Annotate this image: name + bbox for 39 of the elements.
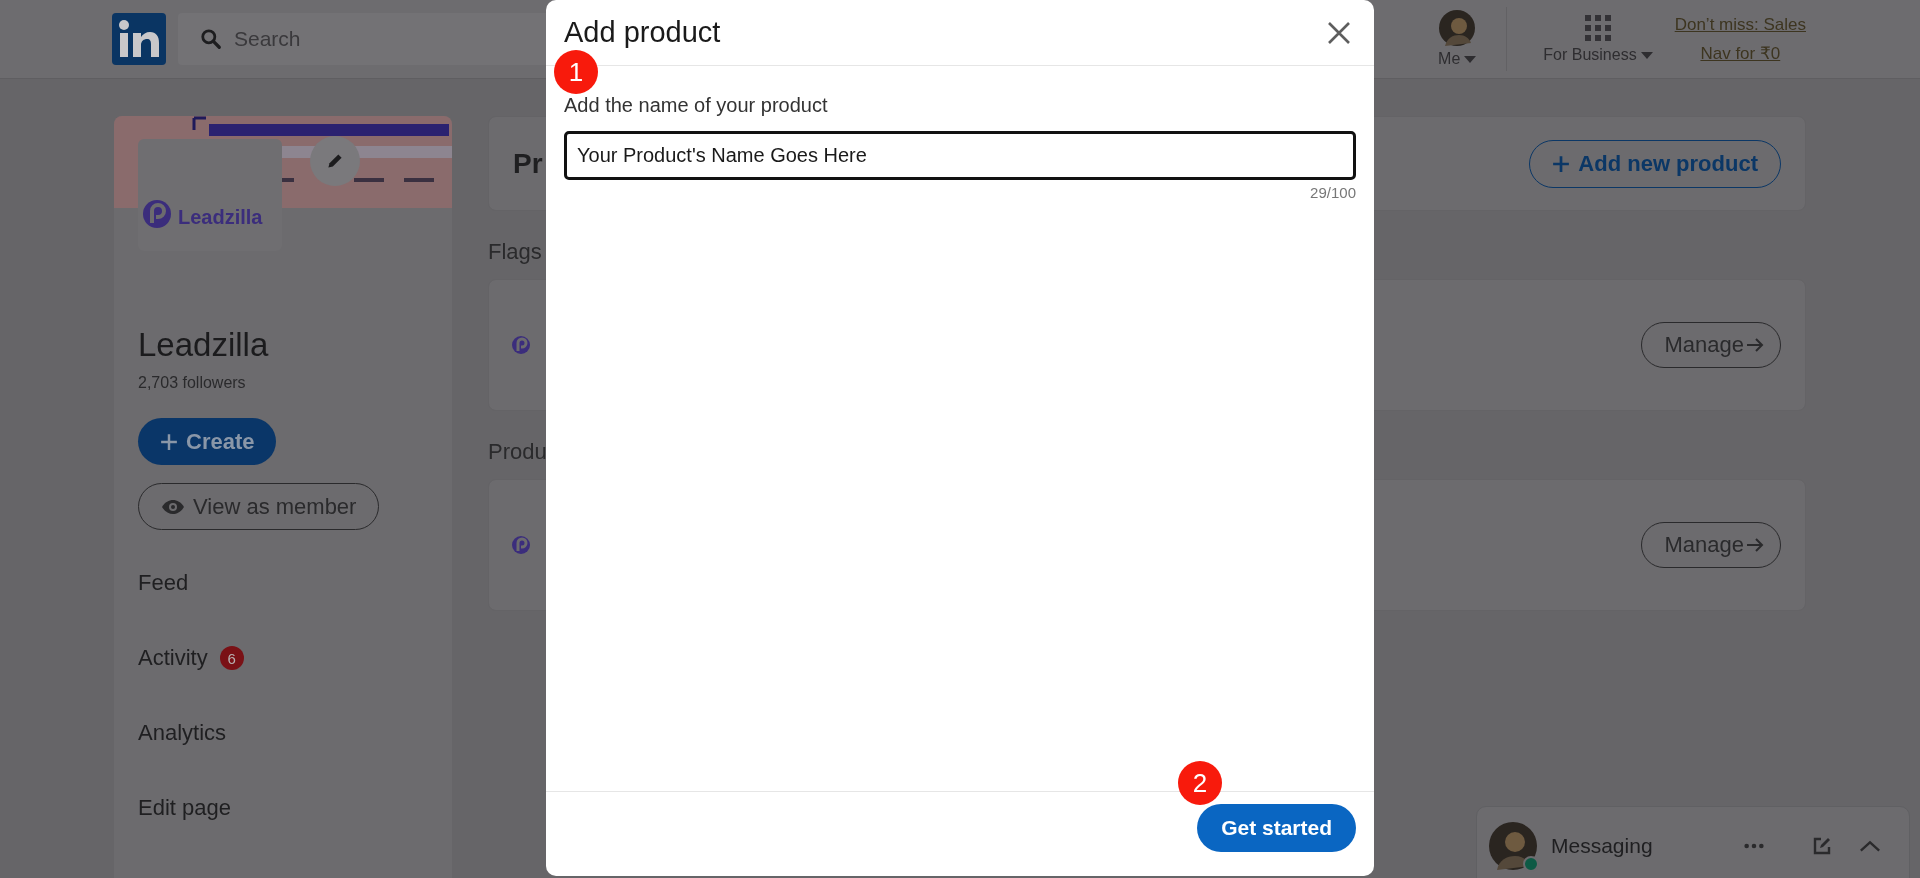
sidebar-item[interactable]: Edit page: [138, 795, 244, 821]
create-button[interactable]: Create: [138, 418, 277, 465]
plus-icon: [1552, 154, 1571, 173]
company-name: Leadzilla: [138, 326, 269, 364]
sidebar-item[interactable]: Analytics: [138, 720, 244, 746]
follower-count: 2,703 followers: [138, 374, 246, 392]
field-label: Add the name of your product: [564, 94, 829, 117]
character-counter: 29/100: [1310, 184, 1356, 201]
product-logo-icon: [511, 535, 531, 555]
grid-icon[interactable]: [1584, 14, 1612, 42]
step-marker: 1: [554, 50, 598, 94]
arrow-right-icon: [1746, 538, 1764, 552]
compose-icon[interactable]: [1811, 836, 1833, 856]
close-icon: [1327, 20, 1351, 45]
promo-link[interactable]: Don’t miss: Sales: [1674, 14, 1806, 35]
eye-icon: [161, 498, 185, 515]
profile-avatar-icon[interactable]: [1439, 10, 1476, 46]
notification-count: 6: [219, 646, 244, 670]
product-logo-icon: [511, 335, 531, 355]
section-title: Pr: [513, 147, 543, 180]
plus-icon: [160, 432, 178, 451]
section-heading: Produ: [488, 439, 548, 465]
for-business-menu[interactable]: For Business: [1543, 46, 1653, 64]
arrow-right-icon: [1746, 338, 1764, 352]
section-heading: Flags: [488, 239, 543, 265]
promo-link[interactable]: Nav for ₹0: [1700, 42, 1781, 64]
messaging-bar[interactable]: Messaging: [1476, 806, 1910, 878]
more-options-icon[interactable]: [1743, 842, 1765, 850]
leadzilla-logo-icon: [142, 199, 172, 229]
step-marker: 2: [1178, 761, 1222, 805]
linkedin-logo-icon[interactable]: [112, 13, 166, 65]
get-started-button[interactable]: Get started: [1197, 804, 1356, 852]
me-menu[interactable]: Me: [1438, 50, 1477, 68]
sidebar-item[interactable]: Activity 6: [138, 645, 244, 671]
messaging-label: Messaging: [1551, 834, 1653, 858]
logo-text: Leadzilla: [178, 206, 263, 229]
product-name-field[interactable]: Your Product's Name Goes Here: [564, 131, 1356, 180]
profile-avatar-icon: [1489, 822, 1537, 870]
sidebar-item[interactable]: Feed: [138, 570, 244, 596]
